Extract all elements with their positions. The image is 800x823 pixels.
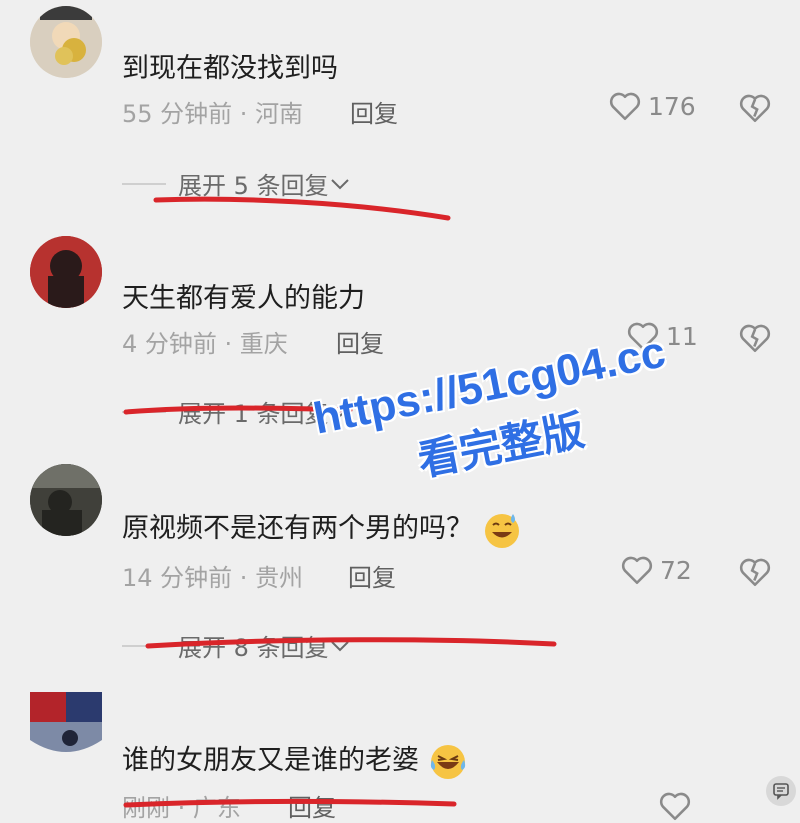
comment-location: 河南 bbox=[255, 100, 304, 128]
like-count: 176 bbox=[648, 91, 696, 121]
comment-text-content: 谁的女朋友又是谁的老婆 bbox=[122, 745, 419, 776]
crying-laugh-emoji bbox=[430, 744, 465, 779]
reply-button[interactable]: 回复 bbox=[348, 558, 396, 593]
comment-time: 55 分钟前 bbox=[122, 100, 233, 128]
comment-time: 4 分钟前 bbox=[122, 330, 217, 358]
comment-meta: 14 分钟前 · 贵州 bbox=[122, 558, 303, 593]
heart-outline-icon[interactable] bbox=[658, 790, 692, 822]
reply-button[interactable]: 回复 bbox=[350, 94, 398, 129]
avatar[interactable] bbox=[30, 6, 102, 78]
comment-meta: 4 分钟前 · 重庆 bbox=[122, 324, 288, 359]
avatar[interactable] bbox=[30, 692, 102, 764]
comment-location: 重庆 bbox=[239, 330, 288, 358]
comment-time: 14 分钟前 bbox=[122, 564, 233, 592]
chat-bubble-icon bbox=[773, 783, 789, 800]
chat-bubble-button[interactable] bbox=[766, 776, 796, 806]
comment-text: 到现在都没找到吗 bbox=[122, 53, 338, 84]
comment-text: 天生都有爱人的能力 bbox=[122, 283, 365, 314]
divider-line bbox=[122, 182, 166, 185]
like-button[interactable]: 176 bbox=[608, 90, 696, 122]
heart-outline-icon bbox=[609, 92, 641, 121]
avatar[interactable] bbox=[30, 236, 102, 308]
comment-text: 谁的女朋友又是谁的老婆 bbox=[122, 738, 468, 782]
red-strike-mark bbox=[145, 637, 557, 649]
broken-heart-icon[interactable] bbox=[738, 322, 772, 354]
heart-outline-icon bbox=[621, 556, 653, 585]
meta-separator: · bbox=[232, 100, 256, 128]
meta-separator: · bbox=[216, 330, 240, 358]
like-button[interactable]: 72 bbox=[620, 554, 692, 586]
red-strike-mark bbox=[123, 799, 457, 808]
broken-heart-icon[interactable] bbox=[738, 92, 772, 124]
comment-location: 贵州 bbox=[255, 564, 304, 592]
avatar[interactable] bbox=[30, 464, 102, 536]
like-count: 72 bbox=[660, 555, 692, 585]
comment-meta: 55 分钟前 · 河南 bbox=[122, 94, 303, 129]
meta-separator: · bbox=[232, 564, 256, 592]
red-underline-mark bbox=[153, 196, 451, 221]
chevron-down-icon bbox=[330, 178, 349, 189]
broken-heart-icon[interactable] bbox=[738, 556, 772, 588]
reply-button[interactable]: 回复 bbox=[336, 324, 384, 359]
